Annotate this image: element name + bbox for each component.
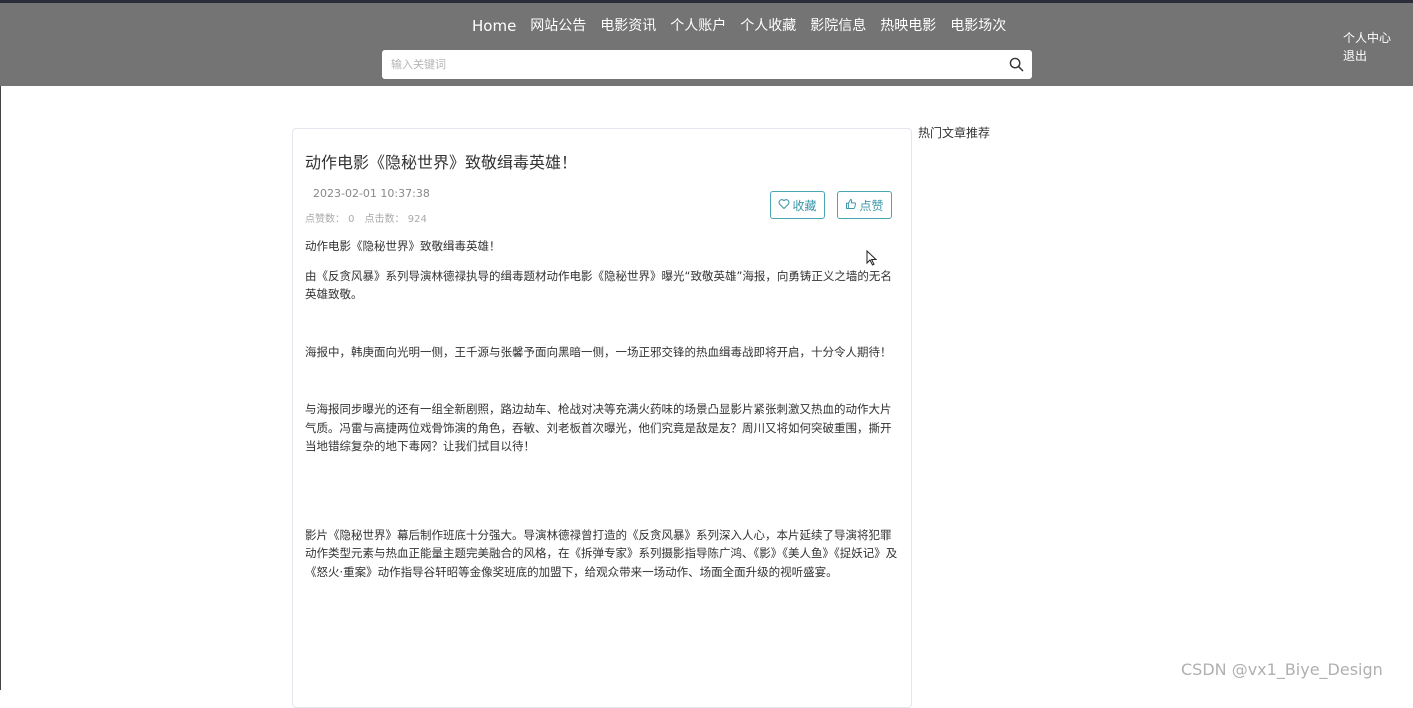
article-paragraph: 与海报同步曝光的还有一组全新剧照，路边劫车、枪战对决等充满火药味的场景凸显影片紧… — [305, 402, 892, 453]
favorite-button[interactable]: 收藏 — [770, 191, 825, 219]
article-paragraph: 影片《隐秘世界》幕后制作班底十分强大。导演林德禄曾打造的《反贪风暴》系列深入人心… — [305, 527, 898, 579]
page-left-border — [0, 86, 1, 690]
article-date: 2023-02-01 10:37:38 — [313, 187, 430, 200]
nav-item-account[interactable]: 个人账户 — [670, 16, 726, 36]
article-title: 动作电影《隐秘世界》致敬缉毒英雄！ — [305, 153, 578, 172]
heart-icon — [778, 198, 790, 213]
main-nav: Home 网站公告 电影资讯 个人账户 个人收藏 影院信息 热映电影 电影场次 — [472, 16, 1006, 36]
like-label: 点赞 — [859, 198, 884, 213]
article-card: 动作电影《隐秘世界》致敬缉毒英雄！ 2023-02-01 10:37:38 点赞… — [292, 128, 912, 708]
article-paragraph: 由《反贪风暴》系列导演林德禄执导的缉毒题材动作电影《隐秘世界》曝光“致敬英雄”海… — [305, 268, 892, 302]
search-icon[interactable] — [1009, 57, 1024, 72]
user-menu: 个人中心 退出 — [1343, 29, 1391, 65]
article-paragraph: 动作电影《隐秘世界》致敬缉毒英雄！ — [305, 239, 501, 253]
nav-item-favorites[interactable]: 个人收藏 — [740, 16, 796, 36]
nav-item-home[interactable]: Home — [472, 16, 516, 36]
nav-item-movie-news[interactable]: 电影资讯 — [600, 16, 656, 36]
nav-item-now-showing[interactable]: 热映电影 — [880, 16, 936, 36]
nav-item-cinema-info[interactable]: 影院信息 — [810, 16, 866, 36]
like-button[interactable]: 点赞 — [837, 191, 892, 219]
hot-articles-heading: 热门文章推荐 — [918, 126, 991, 140]
header-bar: Home 网站公告 电影资讯 个人账户 个人收藏 影院信息 热映电影 电影场次 … — [0, 3, 1413, 86]
like-count: 点赞数： 0 — [305, 214, 355, 225]
nav-item-announcements[interactable]: 网站公告 — [530, 16, 586, 36]
logout-link[interactable]: 退出 — [1343, 47, 1391, 65]
thumbs-up-icon — [845, 198, 857, 213]
personal-center-link[interactable]: 个人中心 — [1343, 29, 1391, 47]
nav-item-showtimes[interactable]: 电影场次 — [950, 16, 1006, 36]
watermark: CSDN @vx1_Biye_Design — [1181, 660, 1383, 679]
article-paragraph: 海报中，韩庚面向光明一侧，王千源与张馨予面向黑暗一侧，一场正邪交锋的热血缉毒战即… — [305, 344, 892, 359]
mouse-cursor-icon — [866, 250, 878, 266]
favorite-label: 收藏 — [792, 198, 817, 213]
click-count: 点击数： 924 — [364, 214, 427, 225]
search-box — [382, 50, 1032, 79]
search-input[interactable] — [382, 50, 1002, 79]
article-content: 动作电影《隐秘世界》致敬缉毒英雄！ 由《反贪风暴》系列导演林德禄执导的缉毒题材动… — [305, 237, 899, 581]
article-stats: 点赞数： 0 点击数： 924 — [305, 210, 427, 225]
